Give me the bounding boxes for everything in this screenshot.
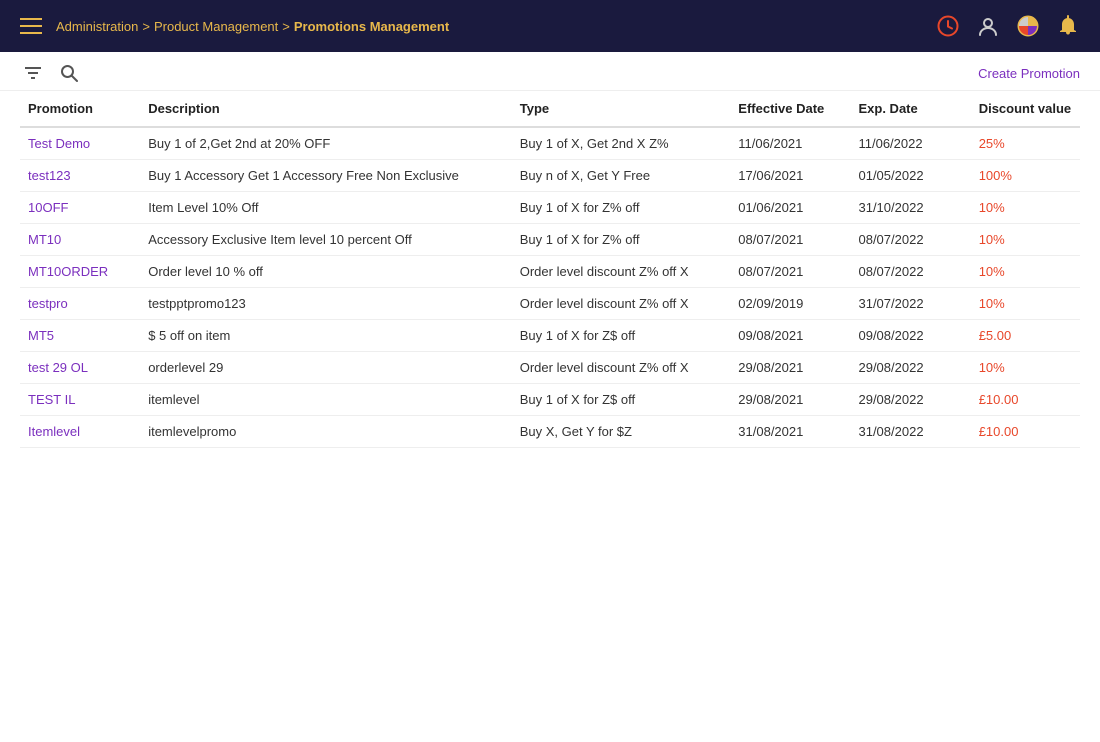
promotion-exp-date-cell: 29/08/2022 [850,384,970,416]
promotion-description-cell: Buy 1 of 2,Get 2nd at 20% OFF [140,127,512,160]
promotion-exp-date-cell: 01/05/2022 [850,160,970,192]
col-header-promotion: Promotion [20,91,140,127]
breadcrumb: Administration > Product Management > Pr… [56,19,449,34]
promotion-type-cell: Buy 1 of X for Z$ off [512,384,731,416]
promotion-name-cell[interactable]: MT5 [20,320,140,352]
bell-icon[interactable] [1056,14,1080,38]
promotion-effective-date-cell: 29/08/2021 [730,352,850,384]
table-row: Itemlevel itemlevelpromo Buy X, Get Y fo… [20,416,1080,448]
breadcrumb-sep-1: > [142,19,150,34]
promotion-description-cell: itemlevel [140,384,512,416]
promotion-name-cell[interactable]: TEST IL [20,384,140,416]
promotion-description-cell: Accessory Exclusive Item level 10 percen… [140,224,512,256]
col-header-exp-date: Exp. Date [850,91,970,127]
promotion-description-cell: Order level 10 % off [140,256,512,288]
promotion-exp-date-cell: 29/08/2022 [850,352,970,384]
promotion-name-cell[interactable]: MT10 [20,224,140,256]
promotion-effective-date-cell: 09/08/2021 [730,320,850,352]
promotion-type-cell: Buy 1 of X for Z$ off [512,320,731,352]
promotion-effective-date-cell: 01/06/2021 [730,192,850,224]
promotion-type-cell: Buy 1 of X for Z% off [512,224,731,256]
promotion-exp-date-cell: 08/07/2022 [850,256,970,288]
promotion-name-cell[interactable]: 10OFF [20,192,140,224]
table-row: MT10 Accessory Exclusive Item level 10 p… [20,224,1080,256]
col-header-description: Description [140,91,512,127]
table-row: TEST IL itemlevel Buy 1 of X for Z$ off … [20,384,1080,416]
breadcrumb-sep-2: > [282,19,290,34]
promotion-effective-date-cell: 08/07/2021 [730,256,850,288]
promotion-description-cell: $ 5 off on item [140,320,512,352]
chart-icon[interactable] [1016,14,1040,38]
toolbar: Create Promotion [0,52,1100,91]
promotions-table: Promotion Description Type Effective Dat… [20,91,1080,448]
table-header-row: Promotion Description Type Effective Dat… [20,91,1080,127]
header-right [936,14,1080,38]
promotion-type-cell: Buy n of X, Get Y Free [512,160,731,192]
promotion-type-cell: Order level discount Z% off X [512,352,731,384]
header-left: Administration > Product Management > Pr… [20,18,449,34]
user-icon[interactable] [976,14,1000,38]
promotion-name-cell[interactable]: test 29 OL [20,352,140,384]
promotion-effective-date-cell: 08/07/2021 [730,224,850,256]
toolbar-left [20,62,82,84]
promotion-description-cell: Buy 1 Accessory Get 1 Accessory Free Non… [140,160,512,192]
table-row: MT5 $ 5 off on item Buy 1 of X for Z$ of… [20,320,1080,352]
col-header-effective-date: Effective Date [730,91,850,127]
promotion-discount-cell: 10% [971,256,1080,288]
clock-icon[interactable] [936,14,960,38]
create-promotion-button[interactable]: Create Promotion [978,66,1080,81]
breadcrumb-administration[interactable]: Administration [56,19,138,34]
table-row: testpro testpptpromo123 Order level disc… [20,288,1080,320]
breadcrumb-product-management[interactable]: Product Management [154,19,278,34]
promotion-discount-cell: £5.00 [971,320,1080,352]
filter-button[interactable] [20,63,46,83]
promotion-type-cell: Buy 1 of X, Get 2nd X Z% [512,127,731,160]
promotion-effective-date-cell: 17/06/2021 [730,160,850,192]
hamburger-menu[interactable] [20,18,42,34]
promotion-exp-date-cell: 31/07/2022 [850,288,970,320]
promotion-type-cell: Buy 1 of X for Z% off [512,192,731,224]
table-row: test123 Buy 1 Accessory Get 1 Accessory … [20,160,1080,192]
table-row: 10OFF Item Level 10% Off Buy 1 of X for … [20,192,1080,224]
promotion-type-cell: Order level discount Z% off X [512,288,731,320]
promotion-effective-date-cell: 29/08/2021 [730,384,850,416]
promotion-discount-cell: £10.00 [971,416,1080,448]
search-button[interactable] [56,62,82,84]
promotion-description-cell: testpptpromo123 [140,288,512,320]
promotion-exp-date-cell: 09/08/2022 [850,320,970,352]
col-header-discount-value: Discount value [971,91,1080,127]
table-row: MT10ORDER Order level 10 % off Order lev… [20,256,1080,288]
promotion-name-cell[interactable]: test123 [20,160,140,192]
promotion-discount-cell: £10.00 [971,384,1080,416]
promotion-discount-cell: 100% [971,160,1080,192]
table-row: Test Demo Buy 1 of 2,Get 2nd at 20% OFF … [20,127,1080,160]
promotion-discount-cell: 10% [971,288,1080,320]
breadcrumb-promotions-management: Promotions Management [294,19,449,34]
promotion-description-cell: itemlevelpromo [140,416,512,448]
promotion-effective-date-cell: 02/09/2019 [730,288,850,320]
promotion-discount-cell: 10% [971,352,1080,384]
col-header-type: Type [512,91,731,127]
promotion-description-cell: orderlevel 29 [140,352,512,384]
promotion-exp-date-cell: 31/08/2022 [850,416,970,448]
promotion-exp-date-cell: 11/06/2022 [850,127,970,160]
promotion-discount-cell: 25% [971,127,1080,160]
promotion-effective-date-cell: 31/08/2021 [730,416,850,448]
promotion-discount-cell: 10% [971,224,1080,256]
promotion-effective-date-cell: 11/06/2021 [730,127,850,160]
promotion-discount-cell: 10% [971,192,1080,224]
header: Administration > Product Management > Pr… [0,0,1100,52]
promotion-name-cell[interactable]: Itemlevel [20,416,140,448]
promotion-name-cell[interactable]: testpro [20,288,140,320]
table-container: Promotion Description Type Effective Dat… [0,91,1100,448]
promotion-name-cell[interactable]: MT10ORDER [20,256,140,288]
promotion-description-cell: Item Level 10% Off [140,192,512,224]
promotion-type-cell: Order level discount Z% off X [512,256,731,288]
promotion-exp-date-cell: 31/10/2022 [850,192,970,224]
promotion-exp-date-cell: 08/07/2022 [850,224,970,256]
table-row: test 29 OL orderlevel 29 Order level dis… [20,352,1080,384]
promotion-type-cell: Buy X, Get Y for $Z [512,416,731,448]
promotion-name-cell[interactable]: Test Demo [20,127,140,160]
